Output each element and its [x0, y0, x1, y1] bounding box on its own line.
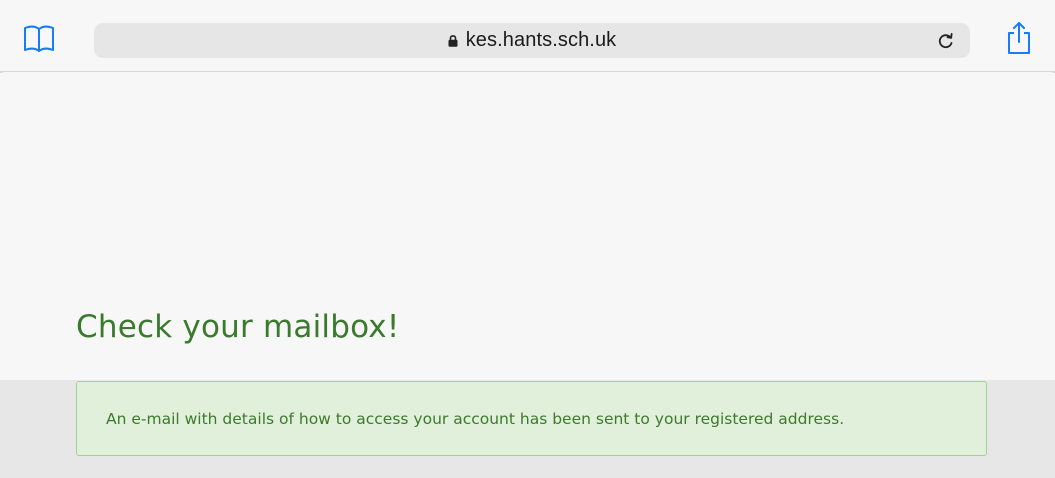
alert-message: An e-mail with details of how to access …	[106, 409, 845, 428]
address-bar[interactable]: kes.hants.sch.uk	[94, 23, 970, 58]
browser-toolbar: kes.hants.sch.uk	[0, 0, 1055, 72]
page-title: Check your mailbox!	[76, 309, 400, 345]
bookmarks-button[interactable]	[22, 24, 56, 54]
url-text: kes.hants.sch.uk	[465, 29, 617, 51]
browser-window: kes.hants.sch.uk Check your mailbox! An …	[0, 0, 1055, 478]
reload-icon[interactable]	[936, 31, 956, 51]
book-icon	[24, 25, 54, 52]
success-alert: An e-mail with details of how to access …	[76, 381, 987, 456]
share-button[interactable]	[1004, 20, 1034, 56]
share-icon	[1008, 22, 1030, 54]
lock-icon	[448, 35, 458, 47]
page-content: Check your mailbox! An e-mail with detai…	[0, 73, 1055, 478]
